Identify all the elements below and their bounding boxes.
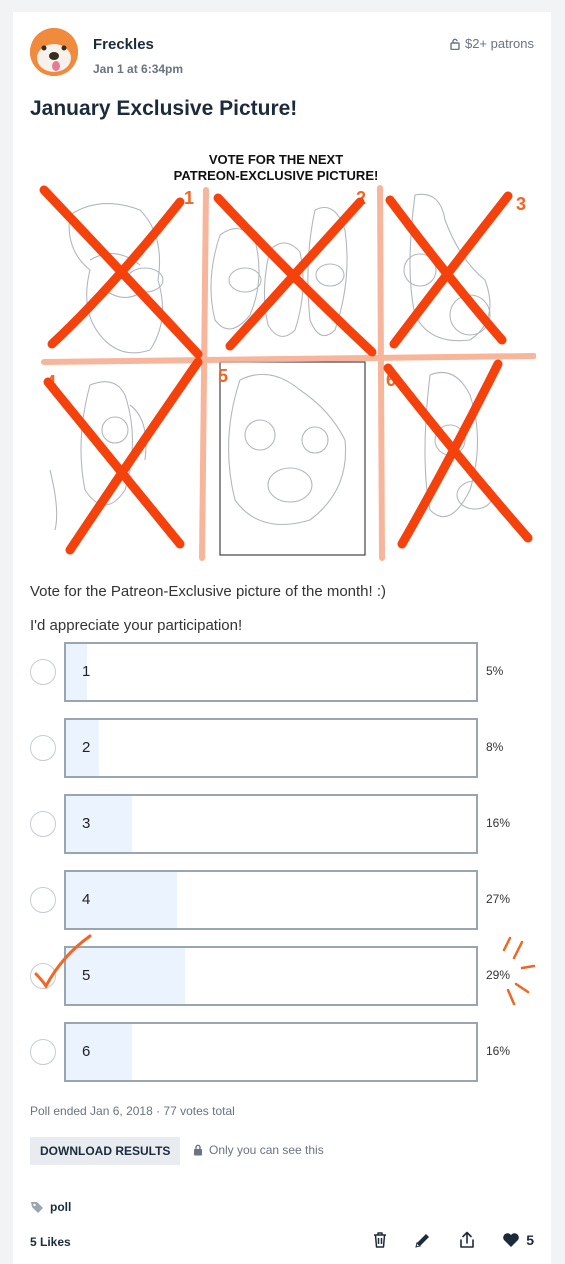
poll-option-label: 1 bbox=[82, 663, 91, 680]
tier-label: $2+ patrons bbox=[464, 36, 534, 51]
author-name[interactable]: Freckles bbox=[93, 36, 154, 53]
download-results-button[interactable]: DOWNLOAD RESULTS bbox=[30, 1137, 181, 1165]
like-button[interactable]: 5 bbox=[502, 1232, 534, 1248]
edit-button[interactable] bbox=[414, 1231, 432, 1249]
poll-option-percent: 27% bbox=[486, 892, 511, 906]
post-title: January Exclusive Picture! bbox=[30, 97, 298, 120]
tier-badge: $2+ patrons bbox=[450, 36, 534, 51]
poll-option[interactable]: 3 16% bbox=[30, 794, 530, 854]
poll-bar[interactable]: 1 bbox=[64, 642, 478, 702]
post-card: Freckles Jan 1 at 6:34pm $2+ patrons Jan… bbox=[13, 12, 551, 1264]
poll-radio[interactable] bbox=[30, 811, 56, 837]
poll-bar[interactable]: 5 bbox=[64, 946, 478, 1006]
post-date[interactable]: Jan 1 at 6:34pm bbox=[93, 62, 183, 76]
tag-icon bbox=[31, 1202, 43, 1213]
image-number-3: 3 bbox=[516, 194, 526, 214]
private-note: Only you can see this bbox=[193, 1143, 324, 1157]
tag-poll[interactable]: poll bbox=[30, 1200, 71, 1214]
poll-option-label: 3 bbox=[82, 815, 91, 832]
poll-option-percent: 16% bbox=[486, 1044, 511, 1058]
private-note-text: Only you can see this bbox=[209, 1143, 324, 1157]
like-count: 5 bbox=[526, 1232, 534, 1248]
tag-label: poll bbox=[50, 1200, 72, 1214]
share-button[interactable] bbox=[458, 1231, 476, 1249]
poll-option[interactable]: 2 8% bbox=[30, 718, 530, 778]
poll-option-label: 6 bbox=[82, 1043, 91, 1060]
poll-option-percent: 16% bbox=[486, 816, 511, 830]
poll-option-label: 4 bbox=[82, 891, 91, 908]
image-caption-line2: PATREON-EXCLUSIVE PICTURE! bbox=[174, 168, 379, 183]
poll-option[interactable]: 4 27% bbox=[30, 870, 530, 930]
heart-icon bbox=[503, 1233, 520, 1247]
poll-option[interactable]: 6 16% bbox=[30, 1022, 530, 1082]
poll-bar-fill bbox=[66, 796, 132, 852]
poll-bar[interactable]: 3 bbox=[64, 794, 478, 854]
poll-radio[interactable] bbox=[30, 659, 56, 685]
image-number-1: 1 bbox=[184, 188, 194, 208]
pencil-icon bbox=[415, 1234, 430, 1248]
poll-bar[interactable]: 4 bbox=[64, 870, 478, 930]
poll-option-percent: 5% bbox=[486, 664, 504, 678]
trash-icon bbox=[374, 1232, 387, 1248]
share-icon bbox=[460, 1231, 475, 1248]
poll-radio[interactable] bbox=[30, 887, 56, 913]
poll-bar-fill bbox=[66, 1024, 132, 1080]
poll-radio[interactable] bbox=[30, 1039, 56, 1065]
poll-option[interactable]: 5 29% bbox=[30, 934, 536, 1006]
highlight-burst-icon bbox=[502, 936, 536, 1006]
post-image[interactable]: VOTE FOR THE NEXT PATREON-EXCLUSIVE PICT… bbox=[30, 140, 537, 564]
avatar[interactable] bbox=[30, 28, 78, 76]
poll-option-percent: 8% bbox=[486, 740, 504, 754]
post-description-secondary: I'd appreciate your participation! bbox=[30, 617, 243, 634]
likes-count[interactable]: 5 Likes bbox=[30, 1235, 71, 1249]
delete-button[interactable] bbox=[372, 1231, 388, 1249]
lock-icon bbox=[450, 38, 460, 50]
post-description: Vote for the Patreon-Exclusive picture o… bbox=[30, 583, 387, 600]
poll-radio[interactable] bbox=[30, 735, 56, 761]
poll-bar[interactable]: 6 bbox=[64, 1022, 478, 1082]
post-actions: 5 bbox=[372, 1231, 534, 1249]
poll-option-label: 2 bbox=[82, 739, 91, 756]
image-number-5: 5 bbox=[218, 366, 228, 386]
lock-icon bbox=[194, 1144, 202, 1156]
poll-option[interactable]: 1 5% bbox=[30, 642, 530, 702]
image-caption-line1: VOTE FOR THE NEXT bbox=[209, 152, 343, 167]
checkmark-icon bbox=[34, 934, 92, 989]
poll-meta: Poll ended Jan 6, 2018 · 77 votes total bbox=[30, 1104, 235, 1118]
poll-bar[interactable]: 2 bbox=[64, 718, 478, 778]
